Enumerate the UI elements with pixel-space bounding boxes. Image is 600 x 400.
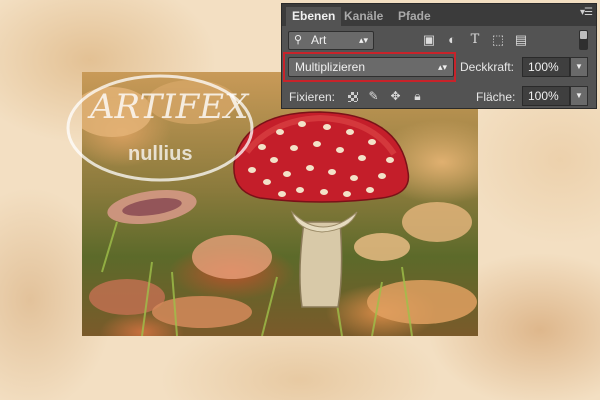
tab-pfade[interactable]: Pfade bbox=[392, 7, 437, 26]
lock-transparent-pixels-icon[interactable] bbox=[348, 92, 358, 102]
opacity-label: Deckkraft: bbox=[460, 60, 515, 74]
lock-label: Fixieren: bbox=[289, 90, 336, 104]
image-filter-icon[interactable]: ▣ bbox=[422, 33, 436, 47]
panel-menu-icon[interactable]: ▾☰ bbox=[580, 7, 593, 18]
tab-kanaele[interactable]: Kanäle bbox=[338, 7, 389, 26]
fill-dropdown-button[interactable]: ▼ bbox=[570, 86, 588, 106]
lock-all-icon[interactable]: 🔒︎ bbox=[411, 90, 424, 103]
panel-tab-bar: Ebenen Kanäle Pfade ▾☰ bbox=[282, 4, 596, 26]
type-filter-icon[interactable]: T bbox=[468, 33, 482, 47]
chevron-updown-icon: ▴▾ bbox=[358, 35, 368, 45]
mushroom-illustration bbox=[82, 80, 477, 336]
opacity-dropdown-button[interactable]: ▼ bbox=[570, 57, 588, 77]
filter-toggle-switch[interactable] bbox=[579, 30, 588, 50]
fill-input[interactable]: 100% bbox=[522, 86, 570, 106]
fill-label: Fläche: bbox=[476, 90, 516, 104]
shape-filter-icon[interactable]: ⬚ bbox=[491, 33, 505, 47]
search-icon: ⚲ bbox=[294, 34, 303, 46]
tab-ebenen[interactable]: Ebenen bbox=[286, 7, 342, 26]
canvas-image bbox=[82, 72, 478, 336]
filter-type-value: Art bbox=[311, 33, 327, 47]
filter-type-select[interactable]: ⚲ Art ▴▾ bbox=[288, 31, 374, 50]
lock-position-icon[interactable]: ✥ bbox=[389, 90, 402, 103]
blend-mode-highlight bbox=[283, 52, 456, 82]
adjustment-filter-icon[interactable]: ◐ bbox=[445, 33, 459, 47]
smart-object-filter-icon[interactable]: ▤ bbox=[514, 33, 528, 47]
lock-image-pixels-icon[interactable]: ✎ bbox=[367, 90, 380, 103]
opacity-input[interactable]: 100% bbox=[522, 57, 570, 77]
